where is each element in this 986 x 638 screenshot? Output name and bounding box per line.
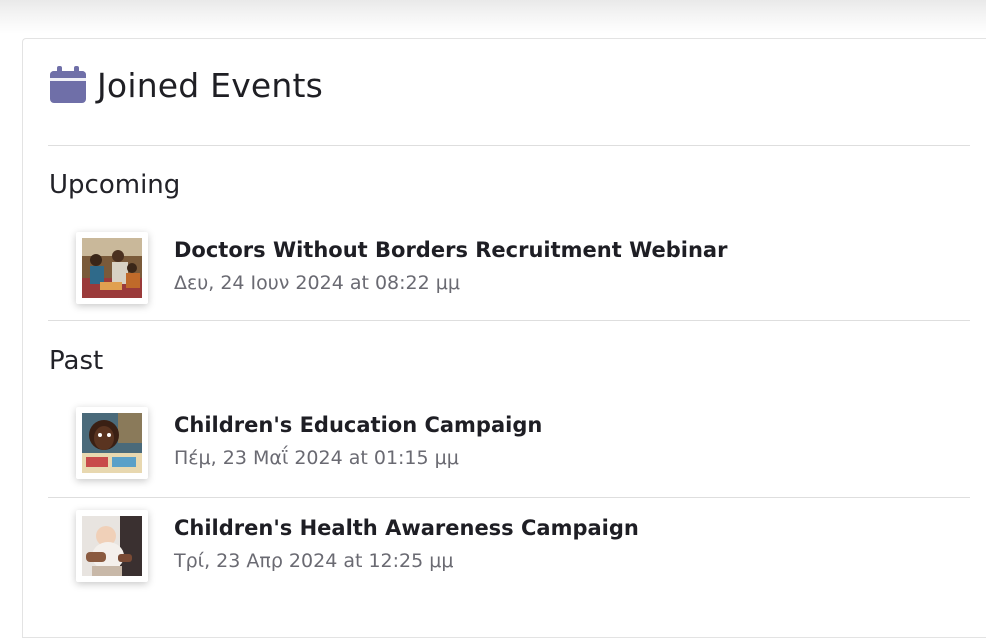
joined-events-card: Joined Events Upcoming Doctors Without B…	[22, 38, 986, 638]
event-divider	[48, 497, 970, 498]
section-heading-past: Past	[49, 346, 104, 376]
event-title[interactable]: Children's Health Awareness Campaign	[174, 516, 639, 540]
event-photo-health	[82, 516, 142, 576]
event-date: Πέμ, 23 Μαΐ 2024 at 01:15 μμ	[174, 447, 459, 469]
event-thumbnail[interactable]	[76, 232, 148, 304]
page-top-shadow	[0, 0, 986, 34]
event-photo-doctors	[82, 238, 142, 298]
header-divider	[48, 145, 970, 146]
event-date: Τρί, 23 Απρ 2024 at 12:25 μμ	[174, 550, 454, 572]
calendar-icon	[50, 66, 86, 103]
event-date: Δευ, 24 Ιουν 2024 at 08:22 μμ	[174, 272, 460, 294]
section-heading-upcoming: Upcoming	[49, 170, 181, 200]
event-row[interactable]: Children's Education Campaign Πέμ, 23 Μα…	[48, 407, 970, 483]
card-title: Joined Events	[97, 65, 324, 105]
event-thumbnail[interactable]	[76, 407, 148, 479]
event-title[interactable]: Doctors Without Borders Recruitment Webi…	[174, 238, 727, 262]
event-title[interactable]: Children's Education Campaign	[174, 413, 542, 437]
section-divider	[48, 320, 970, 321]
event-row[interactable]: Children's Health Awareness Campaign Τρί…	[48, 510, 970, 586]
event-row[interactable]: Doctors Without Borders Recruitment Webi…	[48, 232, 970, 308]
event-thumbnail[interactable]	[76, 510, 148, 582]
card-header: Joined Events	[49, 65, 323, 105]
event-photo-education	[82, 413, 142, 473]
